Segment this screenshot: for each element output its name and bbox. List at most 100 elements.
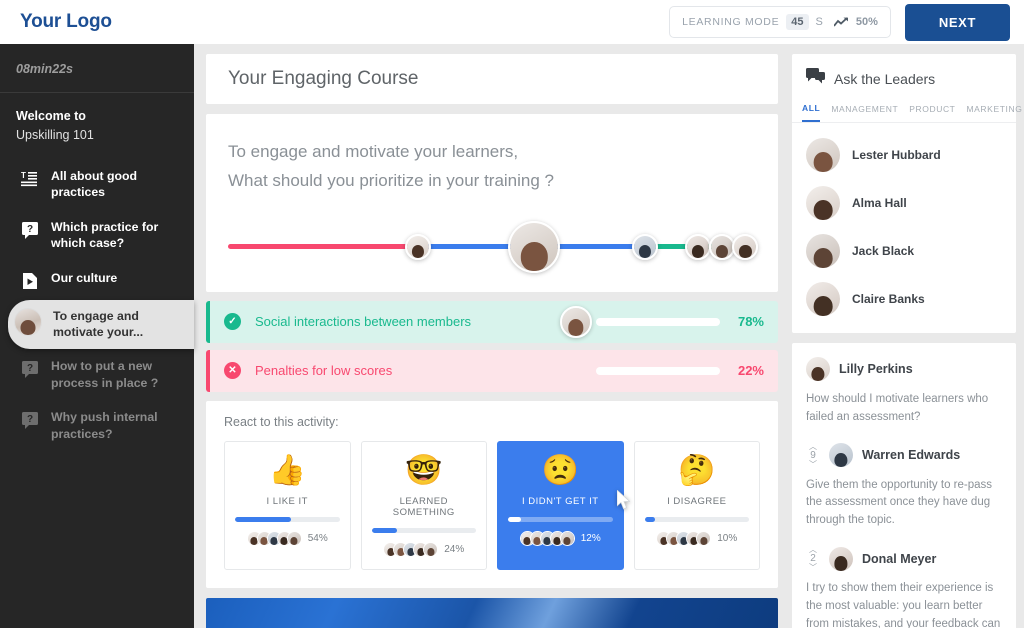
sidebar-item-why-push-internal-practices[interactable]: ? Why push internal practices? [0, 400, 194, 451]
asker-name: Lilly Perkins [839, 362, 913, 376]
reaction-footer: 54% [235, 531, 340, 547]
tab-all[interactable]: ALL [802, 99, 821, 122]
sidebar-item-label: Why push internal practices? [51, 410, 158, 441]
timeline-avatar[interactable] [732, 233, 759, 260]
sidebar-item-to-engage-and-motivate[interactable]: To engage and motivate your... [8, 299, 194, 350]
reactor-avatar-stack [519, 531, 575, 547]
mouse-cursor-icon [616, 489, 630, 510]
chevron-down-icon[interactable]: ﹀ [809, 460, 817, 468]
chevron-down-icon[interactable]: ﹀ [809, 564, 817, 572]
reaction-cards-row: 👍 I LIKE IT 54% 🤓 LEARNED SOMETHING 24% 😟 I DID… [224, 440, 760, 571]
leader-name: Lester Hubbard [852, 148, 941, 162]
sidebar-item-our-culture[interactable]: Our culture [0, 261, 194, 300]
sidebar-item-which-practice[interactable]: ? Which practice for which case? [0, 210, 194, 261]
sidebar-item-all-about-good-practices[interactable]: T All about good practices [0, 159, 194, 210]
reaction-percent: 54% [307, 533, 328, 545]
progress-timeline[interactable] [228, 216, 759, 273]
avatar-icon [14, 307, 42, 336]
question-asker[interactable]: Lilly Perkins [806, 357, 1002, 381]
leader-name: Claire Banks [852, 292, 925, 306]
answer-meter-group: 22% [596, 363, 778, 378]
reaction-emoji-icon: 🤔 [678, 453, 716, 487]
chevron-up-icon[interactable]: ︿ [809, 442, 817, 450]
course-header: Your Engaging Course [206, 54, 778, 104]
tab-management[interactable]: MANAGEMENT [831, 100, 898, 121]
app-root: Your Logo LEARNING MODE 45 S 50% NEXT 08… [0, 0, 1024, 628]
topbar-right-group: LEARNING MODE 45 S 50% NEXT [669, 3, 1010, 41]
timeline-avatar[interactable] [508, 220, 561, 273]
answer-progress-track [596, 366, 720, 375]
reaction-card-i-like-it[interactable]: 👍 I LIKE IT 54% [224, 440, 351, 571]
answer-author-name: Donal Meyer [862, 551, 937, 566]
avatar [806, 357, 830, 381]
reaction-label: LEARNED SOMETHING [392, 496, 455, 519]
leader-list-item[interactable]: Alma Hall [792, 179, 1016, 227]
svg-text:T: T [21, 171, 26, 180]
answer-row-social-interactions[interactable]: ✓ Social interactions between members 78… [206, 300, 778, 343]
leader-list-item[interactable]: Lester Hubbard [792, 131, 1016, 179]
reaction-percent: 24% [444, 544, 465, 556]
learning-mode-pill[interactable]: LEARNING MODE 45 S 50% [669, 6, 891, 38]
reaction-progress-fill [644, 517, 655, 523]
answer-avatar [560, 305, 592, 338]
vote-stepper[interactable]: ︿ 2 ﹀ [806, 546, 820, 572]
qa-answer: ︿ 9 ﹀ Warren Edwards Give them the oppor… [806, 442, 1002, 530]
avatar [806, 282, 840, 316]
timeline-avatar[interactable] [405, 233, 432, 260]
video-play-icon [20, 271, 40, 291]
reaction-label: I LIKE IT [266, 496, 308, 508]
reactor-avatar-stack [383, 542, 439, 558]
reaction-progress-track [508, 517, 613, 523]
reaction-card-i-disagree[interactable]: 🤔 I DISAGREE 10% [633, 440, 760, 571]
timeline-track [228, 243, 756, 249]
brand-logo[interactable]: Your Logo [20, 11, 112, 33]
answer-percent: 22% [737, 363, 764, 379]
reaction-progress-fill [371, 528, 397, 534]
avatar [806, 138, 840, 172]
question-bubble-icon: ? [20, 410, 40, 430]
qa-panel: Lilly Perkins How should I motivate lear… [792, 343, 1016, 628]
reaction-card-i-didn-t-get-it[interactable]: 😟 I DIDN'T GET IT 12% [497, 440, 630, 571]
tab-marketing[interactable]: MARKETING [966, 100, 1022, 121]
answer-author-name: Warren Edwards [862, 448, 961, 463]
ask-the-leaders-panel: Ask the Leaders ALL MANAGEMENT PRODUCT MARK… [792, 54, 1022, 333]
reaction-label: I DISAGREE [667, 496, 727, 508]
next-button[interactable]: NEXT [904, 3, 1010, 41]
sidebar-item-label: Our culture [51, 270, 118, 285]
reactor-avatar [559, 531, 575, 547]
qa-answer-header: ︿ 2 ﹀ Donal Meyer [806, 546, 1002, 572]
tab-product[interactable]: PRODUCT [909, 100, 955, 121]
trend-up-icon [833, 17, 849, 27]
chat-bubbles-icon [806, 68, 825, 89]
timeline-avatar[interactable] [708, 233, 735, 260]
session-timer: 08min22s [0, 44, 194, 93]
answer-row-penalties[interactable]: ✕ Penalties for low scores 22% [206, 349, 778, 392]
leader-list-item[interactable]: Jack Black [792, 227, 1016, 275]
learning-mode-unit: S [815, 16, 823, 28]
answers-list: ✓ Social interactions between members 78… [206, 300, 778, 392]
learning-mode-seconds-badge: 45 [786, 14, 809, 30]
reaction-progress-track [371, 528, 476, 534]
reaction-footer: 24% [372, 542, 477, 558]
sidebar-item-label: All about good practices [51, 168, 138, 200]
reaction-percent: 10% [717, 533, 738, 545]
sidebar-item-label: How to put a new process in place ? [51, 359, 159, 390]
timeline-avatar[interactable] [684, 233, 711, 260]
leader-name: Alma Hall [852, 196, 907, 210]
welcome-greeting: Welcome to [16, 109, 86, 123]
main-content: Your Engaging Course To engage and motiv… [194, 44, 786, 628]
sidebar-item-how-to-put-a-new-process[interactable]: ? How to put a new process in place ? [0, 349, 194, 400]
ask-the-leaders-title: Ask the Leaders [834, 70, 936, 87]
timeline-avatar[interactable] [632, 233, 659, 260]
question-line-1: To engage and motivate your learners, [228, 142, 519, 161]
avatar [829, 546, 853, 571]
course-photo [206, 598, 778, 628]
text-lines-icon: T [20, 169, 40, 189]
reaction-card-learned-something[interactable]: 🤓 LEARNED SOMETHING 24% [360, 440, 487, 571]
ask-the-leaders-header: Ask the Leaders [792, 54, 1016, 99]
vote-stepper[interactable]: ︿ 9 ﹀ [806, 442, 820, 468]
question-bubble-icon: ? [20, 359, 40, 379]
chevron-up-icon[interactable]: ︿ [809, 546, 817, 554]
right-panel: Ask the Leaders ALL MANAGEMENT PRODUCT MARK… [786, 44, 1024, 628]
leader-list-item[interactable]: Claire Banks [792, 275, 1016, 323]
